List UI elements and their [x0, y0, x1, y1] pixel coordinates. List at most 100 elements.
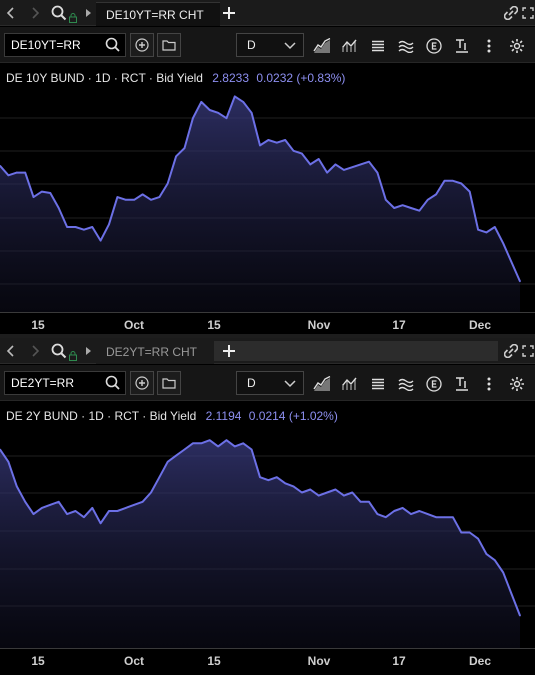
interval-select[interactable]: D	[236, 33, 304, 57]
chevron-left-icon[interactable]	[4, 341, 18, 361]
plus-icon[interactable]	[220, 3, 238, 23]
data-point	[359, 500, 362, 503]
x-tick-label: Dec	[468, 654, 492, 668]
data-point	[57, 207, 60, 209]
chevron-down-icon	[283, 376, 297, 390]
data-point	[485, 553, 488, 555]
x-tick-label: 17	[392, 654, 406, 668]
settings-icon[interactable]	[508, 375, 526, 393]
link-icon[interactable]	[503, 3, 519, 23]
data-point	[15, 171, 18, 174]
expand-icon[interactable]	[522, 3, 534, 23]
data-point	[410, 513, 412, 515]
data-point	[368, 160, 370, 163]
add-instrument-button[interactable]	[130, 371, 154, 395]
open-folder-button[interactable]	[157, 33, 181, 57]
data-point	[141, 193, 144, 196]
currency-icon[interactable]	[425, 375, 443, 393]
data-point	[158, 476, 161, 478]
add-instrument-button[interactable]	[130, 33, 154, 57]
list-icon[interactable]	[369, 37, 387, 55]
data-point	[7, 174, 10, 177]
currency-icon[interactable]	[425, 37, 443, 55]
expand-icon[interactable]	[522, 341, 534, 361]
link-icon[interactable]	[503, 341, 519, 361]
data-point	[41, 507, 43, 509]
data-point	[125, 507, 127, 509]
data-point	[108, 510, 110, 512]
x-axis[interactable]: 15 Oct 15 Nov 17 Dec	[0, 312, 535, 334]
play-icon[interactable]	[84, 3, 92, 23]
annotation-icon[interactable]	[453, 37, 471, 55]
chart-area[interactable]: DE 2Y BUND · 1D · RCT · Bid Yield 2.1194…	[0, 401, 535, 648]
folder-icon	[162, 378, 176, 389]
data-point	[83, 228, 85, 231]
tab-chart-de2y[interactable]: DE2YT=RR CHT	[96, 340, 214, 364]
data-point	[334, 488, 337, 491]
data-point	[519, 614, 521, 617]
play-icon[interactable]	[84, 341, 92, 361]
data-point	[49, 504, 52, 506]
data-point	[175, 155, 177, 158]
mountain-chart-icon[interactable]	[313, 37, 331, 55]
interval-value: D	[247, 38, 256, 52]
x-axis[interactable]: 15 Oct 15 Nov 17 Dec	[0, 648, 535, 670]
yield-chart-2y[interactable]	[0, 401, 535, 648]
data-point	[250, 448, 253, 451]
search-icon[interactable]	[105, 37, 121, 53]
more-icon[interactable]	[480, 37, 498, 55]
tab-chart-de10y[interactable]: DE10YT=RR CHT	[96, 2, 220, 26]
chevron-left-icon[interactable]	[4, 3, 18, 23]
x-tick-label: 17	[392, 318, 406, 332]
lock-icon	[68, 346, 78, 366]
chevron-right-icon[interactable]	[28, 3, 42, 23]
line-chart-icon[interactable]	[341, 37, 359, 55]
waves-icon[interactable]	[397, 375, 415, 393]
legend-change: 0.0232 (+0.83%)	[256, 71, 346, 85]
data-point	[74, 226, 77, 228]
annotation-icon[interactable]	[453, 375, 471, 393]
data-point	[401, 204, 404, 207]
data-point	[351, 166, 354, 168]
chevron-right-icon[interactable]	[28, 341, 42, 361]
ric-input[interactable]: DE10YT=RR	[4, 33, 126, 57]
data-point	[267, 139, 270, 141]
data-point	[435, 193, 437, 196]
list-icon[interactable]	[369, 375, 387, 393]
search-icon[interactable]	[50, 341, 68, 361]
data-point	[150, 491, 152, 494]
x-tick-label: 15	[207, 654, 221, 668]
data-point	[477, 537, 479, 540]
data-point	[519, 280, 521, 283]
data-point	[125, 199, 127, 201]
tab-label: DE2YT=RR CHT	[106, 345, 198, 359]
data-point	[443, 516, 446, 518]
waves-icon[interactable]	[397, 37, 415, 55]
data-point	[41, 190, 43, 193]
ric-input[interactable]: DE2YT=RR	[4, 371, 126, 395]
interval-select[interactable]: D	[236, 371, 304, 395]
ric-input-value: DE10YT=RR	[11, 38, 81, 52]
data-point	[158, 196, 161, 198]
data-point	[502, 242, 505, 245]
yield-chart-10y[interactable]	[0, 63, 535, 312]
mountain-chart-icon[interactable]	[313, 375, 331, 393]
more-icon[interactable]	[480, 375, 498, 393]
search-icon[interactable]	[105, 375, 121, 391]
open-folder-button[interactable]	[157, 371, 181, 395]
x-tick-label: 15	[207, 318, 221, 332]
search-icon[interactable]	[50, 3, 68, 23]
chart-area[interactable]: DE 10Y BUND · 1D · RCT · Bid Yield 2.823…	[0, 63, 535, 312]
legend-change: 0.0214 (+1.02%)	[248, 409, 338, 423]
settings-icon[interactable]	[508, 37, 526, 55]
data-point	[368, 500, 370, 503]
plus-icon[interactable]	[220, 341, 238, 361]
data-point	[502, 571, 505, 574]
data-point	[460, 182, 463, 185]
series-area	[0, 440, 520, 648]
tab-bar: DE2YT=RR CHT	[0, 338, 535, 364]
series-area	[0, 96, 520, 312]
data-point	[292, 150, 295, 152]
line-chart-icon[interactable]	[341, 375, 359, 393]
data-point	[192, 117, 194, 119]
